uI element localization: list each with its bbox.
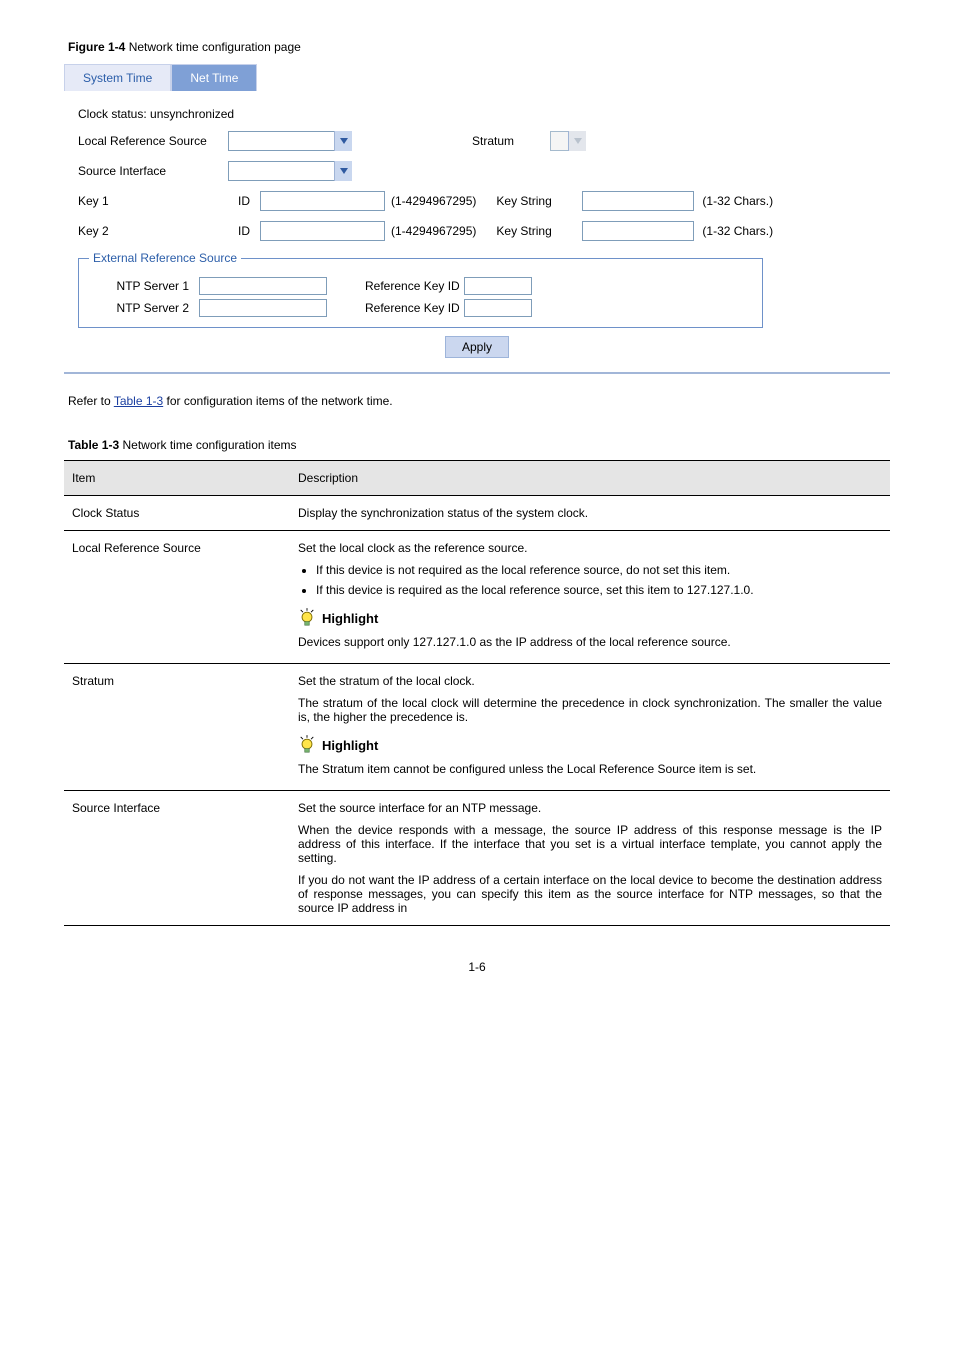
col-header-desc: Description	[290, 461, 890, 496]
external-reference-legend: External Reference Source	[89, 251, 241, 265]
local-ref-bullet-1: If this device is not required as the lo…	[316, 563, 882, 577]
key2-string-label: Key String	[496, 224, 582, 238]
reference-sentence: Refer to Table 1-3 for configuration ite…	[68, 394, 886, 408]
key1-chars-range: (1-32 Chars.)	[702, 194, 773, 208]
tab-bar: System Time Net Time	[64, 64, 890, 91]
lightbulb-icon	[298, 734, 316, 756]
item-stratum: Stratum	[64, 664, 290, 791]
tab-net-time[interactable]: Net Time	[171, 64, 257, 91]
ntp-server-2-input[interactable]	[199, 299, 327, 317]
clock-status-text: Clock status: unsynchronized	[78, 107, 234, 121]
stratum-highlight-note: The Stratum item cannot be configured un…	[298, 762, 882, 776]
stratum-p1: Set the stratum of the local clock.	[298, 674, 882, 688]
stratum-p2: The stratum of the local clock will dete…	[298, 696, 882, 724]
ntp-server-2-label: NTP Server 2	[89, 301, 189, 315]
src-if-p2: When the device responds with a message,…	[298, 823, 882, 865]
key1-id-range: (1-4294967295)	[391, 194, 476, 208]
ntp-server-1-input[interactable]	[199, 277, 327, 295]
local-ref-highlight-note: Devices support only 127.127.1.0 as the …	[298, 635, 882, 649]
local-ref-source-label: Local Reference Source	[78, 134, 228, 148]
highlight-label: Highlight	[322, 738, 378, 753]
local-ref-intro: Set the local clock as the reference sou…	[298, 541, 882, 555]
key2-label: Key 2	[78, 224, 188, 238]
table-row: Source Interface Set the source interfac…	[64, 791, 890, 926]
item-clock-status: Clock Status	[64, 496, 290, 531]
table-label: Table 1-3	[68, 438, 119, 452]
table-caption: Table 1-3 Network time configuration ite…	[68, 438, 886, 452]
local-ref-source-field[interactable]	[228, 131, 352, 151]
figure-label: Figure 1-4	[68, 40, 125, 54]
highlight-label: Highlight	[322, 611, 378, 626]
item-source-interface: Source Interface	[64, 791, 290, 926]
figure-caption: Figure 1-4 Network time configuration pa…	[68, 40, 890, 54]
col-header-item: Item	[64, 461, 290, 496]
figure-title: Network time configuration page	[129, 40, 301, 54]
ntp2-ref-key-label: Reference Key ID	[365, 301, 460, 315]
key1-id-label: ID	[188, 194, 260, 208]
desc-source-interface: Set the source interface for an NTP mess…	[290, 791, 890, 926]
config-items-table: Item Description Clock Status Display th…	[64, 460, 890, 926]
src-if-p3: If you do not want the IP address of a c…	[298, 873, 882, 915]
external-reference-fieldset: External Reference Source NTP Server 1 R…	[78, 251, 763, 328]
stratum-field	[550, 131, 586, 151]
key2-string-input[interactable]	[582, 221, 694, 241]
ntp-server-1-label: NTP Server 1	[89, 279, 189, 293]
ntp1-ref-key-label: Reference Key ID	[365, 279, 460, 293]
source-interface-field[interactable]	[228, 161, 352, 181]
local-ref-source-select[interactable]	[228, 131, 352, 151]
ref-text-prefix: Refer to	[68, 394, 114, 408]
ntp2-ref-key-input[interactable]	[464, 299, 532, 317]
lightbulb-icon	[298, 607, 316, 629]
desc-stratum: Set the stratum of the local clock. The …	[290, 664, 890, 791]
stratum-label: Stratum	[472, 134, 514, 148]
table-row: Stratum Set the stratum of the local clo…	[64, 664, 890, 791]
tab-system-time[interactable]: System Time	[64, 64, 171, 91]
key1-string-label: Key String	[496, 194, 582, 208]
ref-text-suffix: for configuration items of the network t…	[163, 394, 392, 408]
key2-id-range: (1-4294967295)	[391, 224, 476, 238]
table-row: Clock Status Display the synchronization…	[64, 496, 890, 531]
key2-id-input[interactable]	[260, 221, 385, 241]
source-interface-select[interactable]	[228, 161, 352, 181]
page-number: 1-6	[64, 960, 890, 974]
ntp1-ref-key-input[interactable]	[464, 277, 532, 295]
source-interface-label: Source Interface	[78, 164, 228, 178]
src-if-p1: Set the source interface for an NTP mess…	[298, 801, 882, 815]
key2-id-label: ID	[188, 224, 260, 238]
screenshot-panel: System Time Net Time Clock status: unsyn…	[64, 64, 890, 374]
stratum-select	[550, 131, 586, 151]
key1-label: Key 1	[78, 194, 188, 208]
desc-clock-status: Display the synchronization status of th…	[290, 496, 890, 531]
key2-chars-range: (1-32 Chars.)	[702, 224, 773, 238]
key1-string-input[interactable]	[582, 191, 694, 211]
desc-local-ref: Set the local clock as the reference sou…	[290, 531, 890, 664]
local-ref-bullet-2: If this device is required as the local …	[316, 583, 882, 597]
table-row: Local Reference Source Set the local clo…	[64, 531, 890, 664]
table-link[interactable]: Table 1-3	[114, 394, 163, 408]
table-title: Network time configuration items	[122, 438, 296, 452]
apply-button[interactable]: Apply	[445, 336, 509, 358]
key1-id-input[interactable]	[260, 191, 385, 211]
item-local-ref: Local Reference Source	[64, 531, 290, 664]
